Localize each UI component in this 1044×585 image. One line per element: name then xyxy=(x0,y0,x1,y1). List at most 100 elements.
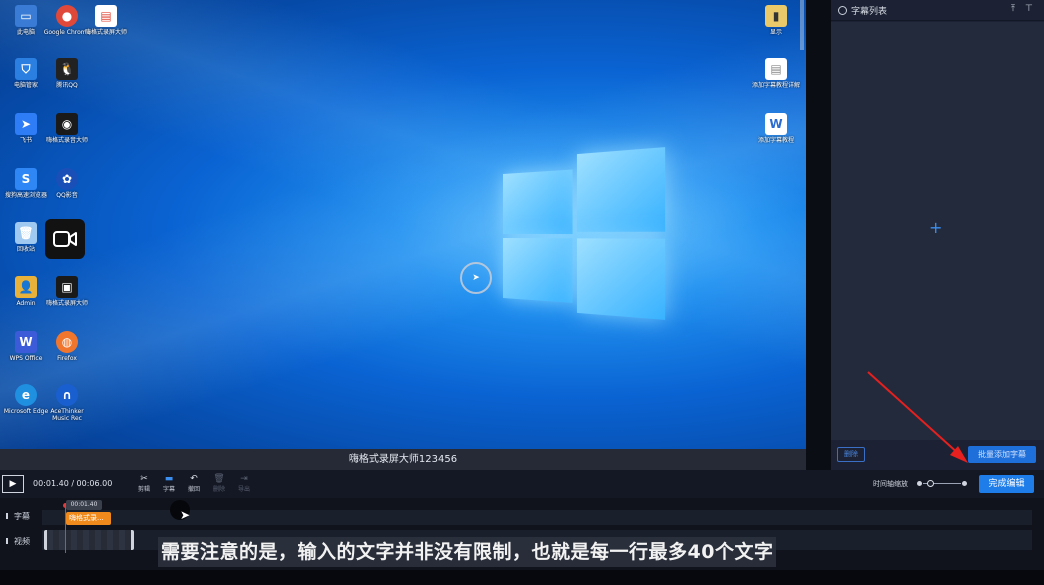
play-icon: ▶ xyxy=(9,479,17,489)
timeline-zoom-label: 时间轴缩放 xyxy=(873,480,908,488)
delete-subtitle-button[interactable]: 删除 xyxy=(837,447,865,462)
sogou-icon: S xyxy=(15,168,37,190)
subtitle-track[interactable] xyxy=(42,510,1032,525)
undo-icon: ↶ xyxy=(190,474,198,484)
subtitle-list-footer: 删除 批量添加字幕 xyxy=(831,440,1044,470)
zoom-handle[interactable] xyxy=(927,480,934,487)
mouse-pointer-icon: ➤ xyxy=(180,508,191,522)
computer-icon: ▭ xyxy=(15,5,37,27)
wps-icon: W xyxy=(15,331,37,353)
desktop-icon-subtitle-tutorial[interactable]: W 添加字幕教程 xyxy=(752,113,800,144)
subtitle-track-label: 字幕 xyxy=(6,511,30,522)
desktop-icon-qq-player[interactable]: ✿ QQ影音 xyxy=(43,168,91,199)
desktop-scrollbar xyxy=(800,0,804,50)
cut-button[interactable]: ✂ 剪辑 xyxy=(133,474,155,494)
upload-icon[interactable]: ⤒ xyxy=(1011,4,1015,14)
desktop-icon-label: 显示 xyxy=(769,29,782,36)
document-icon: ▤ xyxy=(765,58,787,80)
batch-add-subtitles-button[interactable]: 批量添加字幕 xyxy=(968,446,1036,463)
subtitle-list-title: 字幕列表 xyxy=(851,7,888,17)
desktop-icon-label: QQ影音 xyxy=(56,192,78,199)
delete-button[interactable]: 🗑 删除 xyxy=(208,474,230,494)
tool-label: 撤回 xyxy=(187,486,200,493)
desktop-icon-subtitle-tutorial-detail[interactable]: ▤ 添加字幕教程详解 xyxy=(752,58,800,89)
zoom-in-icon[interactable] xyxy=(962,481,967,486)
send-icon: ➤ xyxy=(15,113,37,135)
shield-icon: ⛉ xyxy=(15,58,37,80)
scissors-icon: ✂ xyxy=(140,474,148,484)
subtitle-list-header: 字幕列表 ⤒ ⊤ xyxy=(831,0,1044,21)
finish-editing-button[interactable]: 完成编辑 xyxy=(979,475,1034,493)
windows-logo xyxy=(503,147,666,320)
export-icon: ⇥ xyxy=(240,474,248,484)
wallpaper-rays xyxy=(0,0,806,449)
tool-label: 导出 xyxy=(237,486,250,493)
playhead-time: 00:01.40 xyxy=(66,500,102,510)
tool-label: 字幕 xyxy=(162,486,175,493)
loading-cursor: ➤ xyxy=(460,262,492,294)
editor-window: ▭ 此电脑 ● Google Chrome ▤ 嗨格式录屏大师 ⛉ 电脑管家 🐧… xyxy=(0,0,1044,585)
video-subtitle-overlay: 需要注意的是，输入的文字并非没有限制，也就是每一行最多40个文字 xyxy=(158,537,777,567)
desktop-icon-label: 添加字幕教程详解 xyxy=(752,82,801,89)
undo-button[interactable]: ↶ 撤回 xyxy=(183,474,205,494)
firefox-icon: ◍ xyxy=(56,331,78,353)
book-icon: ▮ xyxy=(765,5,787,27)
trash-icon: 🗑 xyxy=(213,474,225,484)
desktop-icon-label: AceThinker Music Rec xyxy=(50,408,84,422)
subtitle-button[interactable]: ▬ 字幕 xyxy=(158,474,180,494)
desktop-icon-label: 嗨格式录屏大师 xyxy=(45,300,88,307)
play-button[interactable]: ▶ xyxy=(2,475,24,493)
user-folder-icon: 👤 xyxy=(15,276,37,298)
chrome-icon: ● xyxy=(56,5,78,27)
add-subtitle-icon[interactable]: + xyxy=(929,218,942,237)
microphone-icon: ◉ xyxy=(56,113,78,135)
document-icon: ▤ xyxy=(95,5,117,27)
desktop-icon-label: 腾讯QQ xyxy=(56,82,78,89)
track-icon xyxy=(6,513,12,519)
subtitle-icon: ▬ xyxy=(164,474,174,484)
desktop-icon-acethinker[interactable]: ∩ AceThinker Music Rec xyxy=(43,384,91,422)
desktop-icon-audio-recorder[interactable]: ◉ 嗨格式录音大师 xyxy=(43,113,91,144)
desktop-icon-label: 嗨格式录音大师 xyxy=(45,137,88,144)
desktop-icon-screen-recorder[interactable]: ▣ 嗨格式录屏大师 xyxy=(43,276,91,307)
subtitle-list-body[interactable]: + xyxy=(831,22,1044,440)
penguin-icon: 🐧 xyxy=(56,58,78,80)
edge-icon: e xyxy=(15,384,37,406)
track-label-text: 字幕 xyxy=(14,512,30,521)
bottom-strip xyxy=(0,570,1044,585)
zoom-out-icon[interactable] xyxy=(917,481,922,486)
tool-label: 删除 xyxy=(212,486,225,493)
desktop-icon-firefox[interactable]: ◍ Firefox xyxy=(43,331,91,362)
track-icon xyxy=(6,538,12,544)
pointer-icon: ➤ xyxy=(472,273,480,283)
video-clip[interactable] xyxy=(44,530,134,550)
preview-caption-bar: 嗨格式录屏大师123456 xyxy=(0,449,806,470)
desktop-icon-label: 添加字幕教程 xyxy=(757,137,794,144)
trash-icon: 🗑 xyxy=(15,222,37,244)
desktop-icon-recycle-bin[interactable]: 🗑 回收站 xyxy=(2,222,50,253)
word-doc-icon: W xyxy=(765,113,787,135)
screen-recorder-floating-icon[interactable] xyxy=(45,219,85,259)
editor-toolbar: ▶ 00:01.40 / 00:06.00 ✂ 剪辑 ▬ 字幕 ↶ 撤回 🗑 删… xyxy=(0,470,1044,498)
time-display: 00:01.40 / 00:06.00 xyxy=(33,479,113,488)
desktop-icon-qq[interactable]: 🐧 腾讯QQ xyxy=(43,58,91,89)
desktop-icon-label: 回收站 xyxy=(16,246,35,253)
recorder-icon: ▣ xyxy=(56,276,78,298)
desktop-icon-recorder-doc[interactable]: ▤ 嗨格式录屏大师 xyxy=(82,5,130,36)
headphones-icon: ∩ xyxy=(56,384,78,406)
video-camera-icon xyxy=(53,231,77,247)
desktop-icon-display[interactable]: ▮ 显示 xyxy=(752,5,800,36)
align-top-icon[interactable]: ⊤ xyxy=(1025,4,1033,14)
circle-icon xyxy=(838,6,847,15)
tool-label: 剪辑 xyxy=(137,486,150,493)
export-button[interactable]: ⇥ 导出 xyxy=(233,474,255,494)
video-preview[interactable]: ▭ 此电脑 ● Google Chrome ▤ 嗨格式录屏大师 ⛉ 电脑管家 🐧… xyxy=(0,0,806,449)
track-label-text: 视频 xyxy=(14,537,30,546)
video-track-label: 视频 xyxy=(6,536,30,547)
subtitle-clip[interactable]: 嗨格式录... xyxy=(66,512,111,525)
flower-icon: ✿ xyxy=(56,168,78,190)
playhead[interactable] xyxy=(65,505,66,553)
desktop-icon-label: Firefox xyxy=(57,355,77,362)
desktop-icon-label: 嗨格式录屏大师 xyxy=(84,29,127,36)
timeline-zoom-slider[interactable] xyxy=(917,480,967,488)
